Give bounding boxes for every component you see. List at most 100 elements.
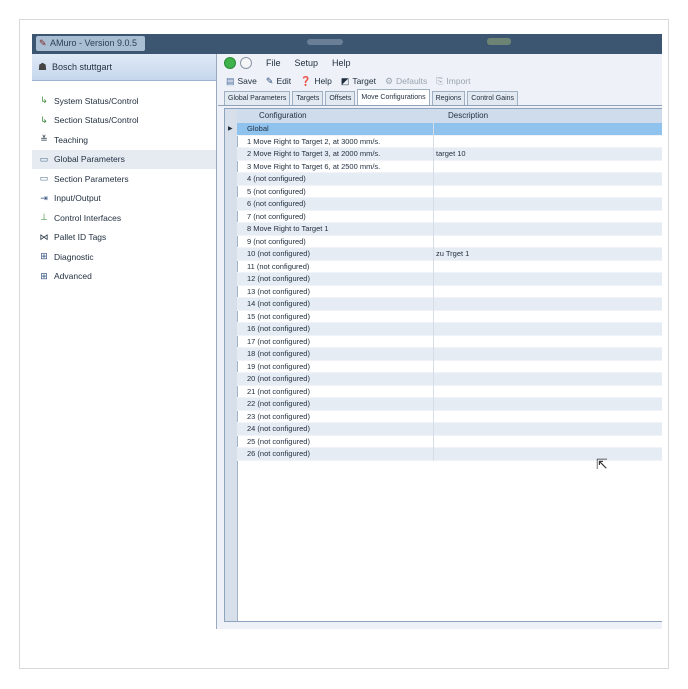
- description-cell[interactable]: target 10: [436, 149, 466, 158]
- table-row[interactable]: 22 (not configured): [225, 398, 662, 411]
- table-row[interactable]: 18 (not configured): [225, 348, 662, 361]
- table-row[interactable]: 4 (not configured): [225, 173, 662, 186]
- help-button[interactable]: ❓ Help: [300, 76, 332, 87]
- configuration-cell[interactable]: 14 (not configured): [247, 299, 310, 308]
- configuration-cell[interactable]: 24 (not configured): [247, 424, 310, 433]
- parameters-icon: ▭: [39, 153, 49, 164]
- configuration-cell[interactable]: 20 (not configured): [247, 374, 310, 383]
- table-row[interactable]: 25 (not configured): [225, 435, 662, 448]
- table-row[interactable]: 19 (not configured): [225, 360, 662, 373]
- configuration-cell[interactable]: 15 (not configured): [247, 312, 310, 321]
- configuration-cell[interactable]: Global: [247, 124, 269, 133]
- table-row[interactable]: 17 (not configured): [225, 335, 662, 348]
- tab-offsets[interactable]: Offsets: [325, 91, 356, 105]
- configuration-cell[interactable]: 9 (not configured): [247, 237, 306, 246]
- expand-icon[interactable]: ⊞: [38, 271, 50, 282]
- location-icon: ☗: [38, 61, 47, 73]
- configuration-cell[interactable]: 1 Move Right to Target 2, at 3000 mm/s.: [247, 137, 380, 146]
- import-button[interactable]: ⎘ Import: [436, 76, 470, 87]
- configuration-cell[interactable]: 4 (not configured): [247, 174, 306, 183]
- table-row[interactable]: 15 (not configured): [225, 310, 662, 323]
- menu-file[interactable]: File: [266, 58, 281, 68]
- description-cell[interactable]: zu Trget 1: [436, 249, 469, 258]
- menu-setup[interactable]: Setup: [295, 58, 319, 68]
- status-control-icon: ↳: [40, 114, 48, 125]
- sidebar-item-global-parameters[interactable]: ▭ Global Parameters: [32, 149, 216, 169]
- sidebar-item-input-output[interactable]: ⇥ Input/Output: [32, 189, 216, 209]
- sidebar-item-advanced[interactable]: ⊞ Advanced: [32, 267, 216, 287]
- sidebar-item-diagnostic[interactable]: ⊞ Diagnostic: [32, 247, 216, 267]
- sidebar-item-pallet-id-tags[interactable]: ⋈ Pallet ID Tags: [32, 228, 216, 248]
- table-row[interactable]: ▶ Global: [225, 123, 662, 136]
- configuration-cell[interactable]: 6 (not configured): [247, 199, 306, 208]
- table-row[interactable]: 8 Move Right to Target 1: [225, 223, 662, 236]
- configuration-cell[interactable]: 5 (not configured): [247, 187, 306, 196]
- table-row[interactable]: 13 (not configured): [225, 285, 662, 298]
- tab-move-configurations[interactable]: Move Configurations: [357, 89, 430, 105]
- table-row[interactable]: 21 (not configured): [225, 385, 662, 398]
- window-title: ✎ AMuro - Version 9.0.5: [36, 36, 146, 51]
- configuration-cell[interactable]: 16 (not configured): [247, 324, 310, 333]
- table-row[interactable]: 9 (not configured): [225, 235, 662, 248]
- menu-help[interactable]: Help: [332, 58, 351, 68]
- defaults-icon: ⚙: [384, 75, 394, 86]
- sidebar-item-system-status[interactable]: ↳ System Status/Control: [32, 91, 216, 111]
- import-icon: ⎘: [436, 75, 444, 86]
- table-row[interactable]: 10 (not configured) zu Trget 1: [225, 248, 662, 261]
- tab-control-gains[interactable]: Control Gains: [467, 91, 519, 105]
- column-header-description[interactable]: Description: [448, 111, 488, 120]
- column-divider: [433, 198, 434, 211]
- connected-status-icon[interactable]: [224, 57, 236, 69]
- table-row[interactable]: 2 Move Right to Target 3, at 2000 mm/s. t…: [225, 148, 662, 161]
- tab-global-parameters[interactable]: Global Parameters: [224, 91, 291, 105]
- table-row[interactable]: 16 (not configured): [225, 323, 662, 336]
- column-header-configuration[interactable]: Configuration: [259, 111, 307, 120]
- target-icon: ◩: [340, 75, 350, 86]
- table-row[interactable]: 7 (not configured): [225, 210, 662, 223]
- configuration-cell[interactable]: 22 (not configured): [247, 399, 310, 408]
- configuration-cell[interactable]: 25 (not configured): [247, 437, 310, 446]
- configuration-cell[interactable]: 23 (not configured): [247, 412, 310, 421]
- table-row[interactable]: 1 Move Right to Target 2, at 3000 mm/s.: [225, 135, 662, 148]
- table-row[interactable]: 23 (not configured): [225, 410, 662, 423]
- sidebar-item-teaching[interactable]: ≚ Teaching: [32, 130, 216, 150]
- table-row[interactable]: 3 Move Right to Target 6, at 2500 mm/s.: [225, 160, 662, 173]
- sidebar-item-section-parameters[interactable]: ▭ Section Parameters: [32, 169, 216, 189]
- disconnect-icon[interactable]: [240, 57, 252, 69]
- configuration-cell[interactable]: 18 (not configured): [247, 349, 310, 358]
- table-row[interactable]: 11 (not configured): [225, 260, 662, 273]
- save-button[interactable]: ▤ Save: [226, 76, 257, 87]
- configuration-cell[interactable]: 12 (not configured): [247, 274, 310, 283]
- tab-targets[interactable]: Targets: [292, 91, 324, 105]
- target-button[interactable]: ◩ Target: [341, 76, 376, 87]
- grid-rows: ▶ Global 1 Move Right to Target 2, at 3000…: [225, 123, 662, 461]
- configuration-cell[interactable]: 2 Move Right to Target 3, at 2000 mm/s.: [247, 149, 380, 158]
- table-row[interactable]: 24 (not configured): [225, 423, 662, 436]
- configuration-cell[interactable]: 10 (not configured): [247, 249, 310, 258]
- sidebar-item-section-status[interactable]: ↳ Section Status/Control: [32, 111, 216, 131]
- configuration-cell[interactable]: 11 (not configured): [247, 262, 309, 271]
- configuration-cell[interactable]: 7 (not configured): [247, 212, 306, 221]
- configuration-cell[interactable]: 19 (not configured): [247, 362, 310, 371]
- configuration-cell[interactable]: 3 Move Right to Target 6, at 2500 mm/s.: [247, 162, 380, 171]
- configuration-cell[interactable]: 21 (not configured): [247, 387, 310, 396]
- edit-button[interactable]: ✎ Edit: [266, 76, 291, 87]
- table-row[interactable]: 12 (not configured): [225, 273, 662, 286]
- configuration-cell[interactable]: 13 (not configured): [247, 287, 310, 296]
- defaults-button[interactable]: ⚙ Defaults: [385, 76, 427, 87]
- configuration-cell[interactable]: 17 (not configured): [247, 337, 310, 346]
- move-configurations-grid: Configuration Description ▶ Global 1 Move …: [224, 108, 662, 622]
- table-row[interactable]: 5 (not configured): [225, 185, 662, 198]
- column-divider: [433, 348, 434, 361]
- expand-icon[interactable]: ⊞: [38, 251, 50, 262]
- column-divider: [433, 285, 434, 298]
- column-divider: [433, 448, 434, 461]
- location-header[interactable]: ☗ Bosch stuttgart: [32, 54, 216, 81]
- table-row[interactable]: 14 (not configured): [225, 298, 662, 311]
- configuration-cell[interactable]: 8 Move Right to Target 1: [247, 224, 329, 233]
- configuration-cell[interactable]: 26 (not configured): [247, 449, 310, 458]
- sidebar-item-control-interfaces[interactable]: ⊥ Control Interfaces: [32, 208, 216, 228]
- table-row[interactable]: 6 (not configured): [225, 198, 662, 211]
- table-row[interactable]: 20 (not configured): [225, 373, 662, 386]
- tab-regions[interactable]: Regions: [431, 91, 466, 105]
